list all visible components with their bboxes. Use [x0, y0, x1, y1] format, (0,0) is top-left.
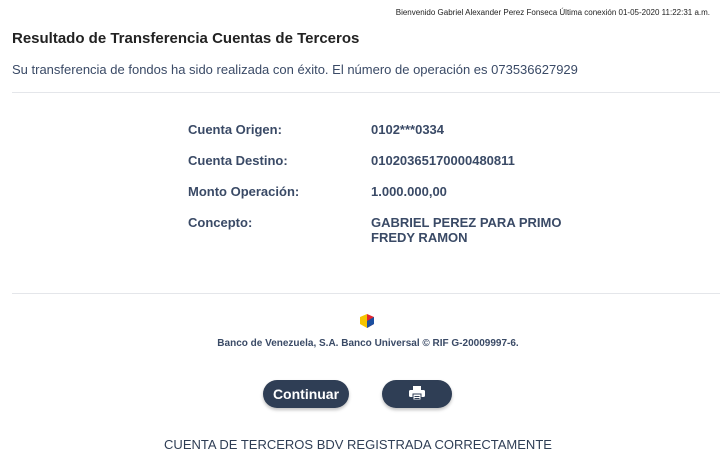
detail-value: GABRIEL PEREZ PARA PRIMO FREDY RAMON	[371, 215, 581, 245]
detail-value: 1.000.000,00	[371, 184, 447, 199]
welcome-banner: Bienvenido Gabriel Alexander Perez Fonse…	[395, 8, 710, 17]
status-message: CUENTA DE TERCEROS BDV REGISTRADA CORREC…	[164, 437, 552, 452]
continue-button[interactable]: Continuar	[263, 380, 349, 408]
detail-row-origin: Cuenta Origen: 0102***0334	[188, 122, 581, 137]
transfer-details: Cuenta Origen: 0102***0334 Cuenta Destin…	[188, 122, 581, 261]
divider	[12, 293, 720, 294]
printer-icon	[408, 385, 426, 404]
detail-row-concept: Concepto: GABRIEL PEREZ PARA PRIMO FREDY…	[188, 215, 581, 245]
detail-row-destination: Cuenta Destino: 01020365170000480811	[188, 153, 581, 168]
detail-row-amount: Monto Operación: 1.000.000,00	[188, 184, 581, 199]
divider	[12, 92, 720, 93]
success-message: Su transferencia de fondos ha sido reali…	[12, 62, 578, 77]
bank-footer-text: Banco de Venezuela, S.A. Banco Universal…	[217, 338, 519, 349]
detail-value: 0102***0334	[371, 122, 445, 137]
detail-label: Monto Operación:	[188, 184, 300, 199]
print-button[interactable]	[382, 380, 452, 408]
page-title: Resultado de Transferencia Cuentas de Te…	[12, 30, 360, 47]
detail-label: Concepto:	[188, 215, 253, 230]
concept-line-1: GABRIEL PEREZ PARA PRIMO	[371, 215, 562, 230]
detail-label: Cuenta Origen:	[188, 122, 282, 137]
concept-line-2: FREDY RAMON	[371, 230, 468, 245]
detail-label: Cuenta Destino:	[188, 153, 288, 168]
bdv-logo-icon	[358, 312, 376, 330]
detail-value: 01020365170000480811	[371, 153, 515, 168]
